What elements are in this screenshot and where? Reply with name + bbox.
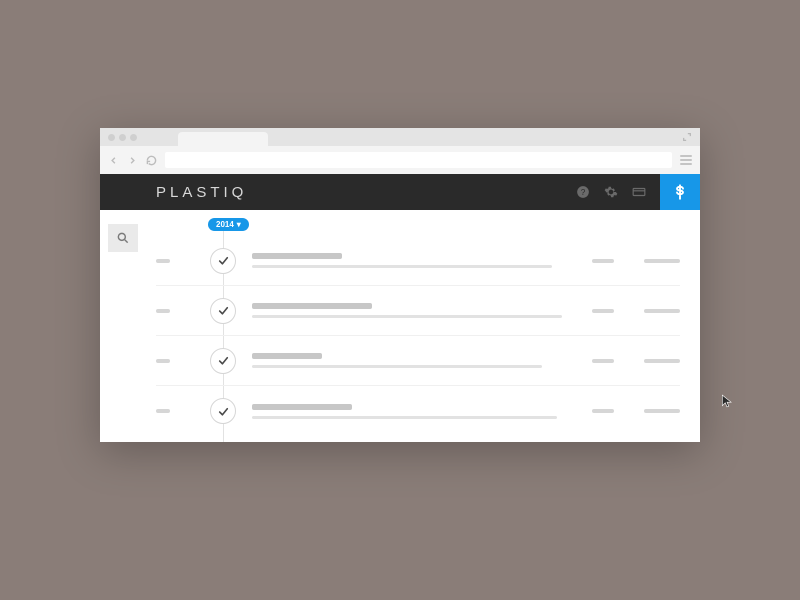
- date-placeholder: [156, 409, 170, 413]
- row-title-placeholder: [252, 303, 372, 309]
- browser-menu-icon[interactable]: [680, 155, 692, 165]
- svg-text:?: ?: [581, 188, 586, 197]
- row-action-placeholder: [644, 309, 680, 313]
- transaction-row[interactable]: [156, 286, 680, 336]
- date-placeholder: [156, 259, 170, 263]
- forward-icon[interactable]: [127, 155, 138, 166]
- chevron-down-icon: ▾: [237, 220, 241, 229]
- back-icon[interactable]: [108, 155, 119, 166]
- date-placeholder: [156, 309, 170, 313]
- maximize-window-icon[interactable]: [130, 134, 137, 141]
- transaction-row[interactable]: [156, 236, 680, 286]
- row-action-placeholder: [644, 259, 680, 263]
- status-check-icon: [210, 348, 236, 374]
- browser-tab[interactable]: [178, 132, 268, 146]
- row-meta: [592, 409, 680, 413]
- status-check-icon: [210, 248, 236, 274]
- minimize-window-icon[interactable]: [119, 134, 126, 141]
- reload-icon[interactable]: [146, 155, 157, 166]
- pay-button[interactable]: [660, 174, 700, 210]
- transaction-list: [156, 236, 680, 436]
- date-placeholder: [156, 359, 170, 363]
- transaction-row[interactable]: [156, 386, 680, 436]
- row-meta: [592, 309, 680, 313]
- row-meta: [592, 259, 680, 263]
- browser-window: PLASTIQ ? 2014 ▾: [100, 128, 700, 442]
- dollar-icon: [671, 183, 689, 201]
- row-title-placeholder: [252, 353, 322, 359]
- row-amount-placeholder: [592, 409, 614, 413]
- cursor-icon: [720, 392, 734, 410]
- row-body: [252, 253, 592, 268]
- row-subtitle-placeholder: [252, 416, 557, 419]
- search-icon: [116, 231, 130, 245]
- row-action-placeholder: [644, 409, 680, 413]
- row-meta: [592, 359, 680, 363]
- row-amount-placeholder: [592, 359, 614, 363]
- row-title-placeholder: [252, 404, 352, 410]
- content-area: 2014 ▾: [100, 210, 700, 442]
- transaction-row[interactable]: [156, 336, 680, 386]
- row-amount-placeholder: [592, 309, 614, 313]
- app-header: PLASTIQ ?: [100, 174, 700, 210]
- year-label: 2014: [216, 220, 234, 229]
- browser-tab-strip: [100, 128, 700, 146]
- row-subtitle-placeholder: [252, 315, 562, 318]
- status-check-icon: [210, 298, 236, 324]
- year-badge[interactable]: 2014 ▾: [208, 218, 249, 231]
- help-icon[interactable]: ?: [576, 185, 590, 199]
- close-window-icon[interactable]: [108, 134, 115, 141]
- row-body: [252, 303, 592, 318]
- row-amount-placeholder: [592, 259, 614, 263]
- window-controls[interactable]: [108, 134, 137, 141]
- search-button[interactable]: [108, 224, 138, 252]
- row-action-placeholder: [644, 359, 680, 363]
- status-check-icon: [210, 398, 236, 424]
- brand-logo[interactable]: PLASTIQ: [156, 184, 247, 201]
- row-title-placeholder: [252, 253, 342, 259]
- card-icon[interactable]: [632, 185, 646, 199]
- address-bar[interactable]: [165, 152, 672, 168]
- fullscreen-icon[interactable]: [682, 132, 692, 142]
- browser-toolbar: [100, 146, 700, 174]
- row-body: [252, 404, 592, 419]
- row-subtitle-placeholder: [252, 365, 542, 368]
- row-subtitle-placeholder: [252, 265, 552, 268]
- row-body: [252, 353, 592, 368]
- gear-icon[interactable]: [604, 185, 618, 199]
